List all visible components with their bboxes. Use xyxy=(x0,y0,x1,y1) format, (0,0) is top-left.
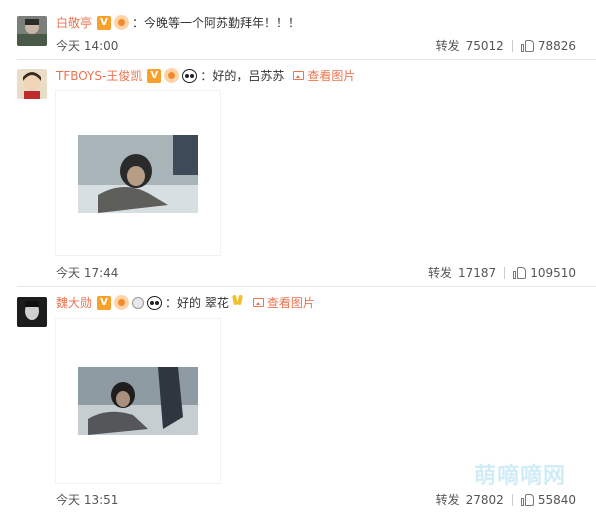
view-picture-link[interactable]: 查看图片 xyxy=(252,294,315,311)
view-picture-label: 查看图片 xyxy=(266,296,315,310)
repost-label[interactable]: 转发 xyxy=(436,491,460,508)
comment-text: ：今晚等一个阿苏勤拜年！！！ xyxy=(132,16,301,30)
panda-emoji-icon xyxy=(182,68,198,83)
timestamp: 今天 13:51 xyxy=(56,493,119,507)
verified-badge-icon: V xyxy=(97,295,112,310)
avatar[interactable] xyxy=(17,297,47,327)
repost-label[interactable]: 转发 xyxy=(436,37,460,54)
username[interactable]: TFBOYS-王俊凯 xyxy=(56,67,142,84)
username[interactable]: 魏大勋 xyxy=(56,294,92,311)
view-picture-link[interactable]: 查看图片 xyxy=(293,67,355,84)
comment-text: ：好的 翠花 xyxy=(165,296,229,310)
divider xyxy=(511,39,513,52)
like-count[interactable]: 55840 xyxy=(538,493,576,507)
thumbs-up-icon[interactable] xyxy=(520,493,534,506)
comment-text: ：好的，吕苏苏 xyxy=(200,69,285,83)
picture-icon xyxy=(252,298,264,307)
repost-count[interactable]: 75012 xyxy=(466,39,504,53)
gif-frame xyxy=(78,135,198,213)
like-count[interactable]: 78826 xyxy=(538,39,576,53)
picture-icon xyxy=(293,71,305,80)
repost-label[interactable]: 转发 xyxy=(428,264,452,281)
member-crown-icon xyxy=(114,15,130,30)
repost-count[interactable]: 27802 xyxy=(466,493,504,507)
comment-image[interactable] xyxy=(56,319,220,483)
thumbs-up-icon[interactable] xyxy=(520,39,534,52)
timestamp: 今天 17:44 xyxy=(56,266,119,280)
like-count[interactable]: 109510 xyxy=(530,266,576,280)
avatar[interactable] xyxy=(17,69,47,99)
panda-emoji-icon xyxy=(147,295,163,310)
username[interactable]: 白敬亭 xyxy=(56,14,92,31)
comment-image[interactable] xyxy=(56,91,220,255)
divider xyxy=(17,59,596,60)
gif-frame xyxy=(78,367,198,435)
view-picture-label: 查看图片 xyxy=(307,69,356,83)
diamond-ring-icon xyxy=(132,296,145,309)
repost-count[interactable]: 17187 xyxy=(458,266,496,280)
victory-hand-icon xyxy=(232,295,244,310)
divider xyxy=(17,286,596,287)
divider xyxy=(504,266,506,279)
avatar[interactable] xyxy=(17,16,47,46)
verified-badge-icon: V xyxy=(147,68,162,83)
thumbs-up-icon[interactable] xyxy=(513,266,527,279)
member-crown-icon xyxy=(114,295,130,310)
cut-off-previous-line: ———— xyxy=(0,0,596,6)
watermark: 萌嘀嘀网 xyxy=(474,464,567,489)
member-crown-icon xyxy=(164,68,180,83)
timestamp: 今天 14:00 xyxy=(56,39,119,53)
divider xyxy=(511,493,513,506)
verified-badge-icon: V xyxy=(97,15,112,30)
